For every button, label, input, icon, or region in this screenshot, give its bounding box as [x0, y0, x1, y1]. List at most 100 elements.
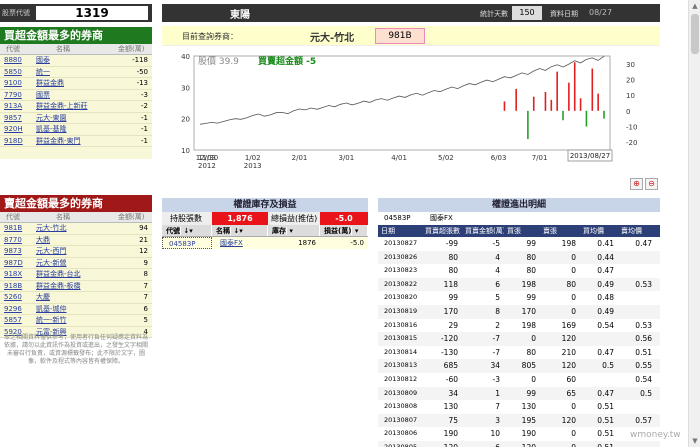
list-item[interactable]: 9100 群益金鼎 -13 — [0, 78, 152, 90]
list-item[interactable]: 8880 國泰 -118 — [0, 55, 152, 67]
broker-code[interactable]: 920H — [0, 124, 30, 135]
trade-cell: 195 — [521, 415, 536, 425]
page-scrollbar[interactable]: ▲ ▼ — [688, 0, 700, 447]
list-item[interactable]: 8770 大鼎 21 — [0, 235, 152, 246]
watermark-logo: wmoney.tw — [630, 430, 681, 440]
buysell-bar — [597, 93, 599, 111]
col-amount[interactable]: 金額(萬) — [118, 44, 152, 54]
col-amount[interactable]: 金額(萬) — [118, 212, 152, 222]
broker-name[interactable]: 國泰 — [30, 55, 120, 66]
zoom-out-icon[interactable]: ⊖ — [645, 178, 658, 190]
hdr-qty[interactable]: 庫存 ▾ — [268, 225, 320, 236]
broker-name[interactable]: 元大-竹北 — [30, 223, 120, 234]
hdr-pl[interactable]: 損益(萬) ▾ — [320, 225, 368, 236]
list-item[interactable]: 5260 大慶 7 — [0, 292, 152, 304]
broker-name[interactable]: 元大-西門 — [30, 246, 120, 257]
broker-code[interactable]: 5857 — [0, 315, 30, 326]
broker-code[interactable]: 5260 — [0, 292, 30, 303]
x-tick-year: 2012 — [198, 162, 216, 170]
trade-cell: 20130809 — [384, 388, 418, 397]
trade-col-header[interactable]: 買張 — [504, 225, 540, 237]
broker-name[interactable]: 群益金鼎-板橋 — [30, 281, 120, 292]
hdr-code[interactable]: 代號 ↓▾ — [162, 225, 212, 236]
broker-name[interactable]: 凱基-城仲 — [30, 304, 120, 315]
list-item[interactable]: 9857 元大-東園 -1 — [0, 113, 152, 124]
trade-cell: 0.53 — [635, 320, 652, 330]
trade-cell: 0.55 — [635, 361, 652, 371]
list-item[interactable]: 5857 統一-新竹 5 — [0, 315, 152, 327]
broker-code[interactable]: 9857 — [0, 113, 30, 124]
holding-code[interactable]: 04583P — [162, 237, 212, 249]
broker-name[interactable]: 大鼎 — [30, 235, 120, 246]
list-item[interactable]: 7790 國票 -3 — [0, 90, 152, 101]
broker-code[interactable]: 9296 — [0, 304, 30, 315]
broker-code[interactable]: 8770 — [0, 235, 30, 246]
trade-cell: 29 — [448, 320, 458, 330]
broker-amount: 9 — [143, 258, 148, 267]
holding-name[interactable]: 國泰FX — [212, 237, 268, 249]
scroll-up-icon[interactable]: ▲ — [689, 0, 700, 12]
broker-name[interactable]: 大慶 — [30, 292, 120, 303]
buy-panel-title: 買超金額最多的券商 — [0, 27, 152, 44]
broker-name[interactable]: 元大-新營 — [30, 258, 120, 269]
trade-col-header[interactable]: 買賣金額(萬) — [462, 225, 504, 237]
table-row: 20130807 75 3 195 120 0.51 0.57 — [378, 413, 660, 428]
list-item[interactable]: 918X 群益金鼎-台北 8 — [0, 269, 152, 281]
list-item[interactable]: 920H 凱基-基隆 -1 — [0, 124, 152, 136]
trade-col-header[interactable]: 賣均價 — [618, 225, 656, 237]
scroll-thumb[interactable] — [691, 14, 699, 54]
stock-code-input[interactable]: 1319 — [36, 6, 148, 20]
broker-code[interactable]: 8880 — [0, 55, 30, 66]
list-item[interactable]: 9873 元大-西門 12 — [0, 246, 152, 258]
broker-code[interactable]: 9100 — [0, 78, 30, 89]
broker-name[interactable]: 群益金鼎-東門 — [30, 136, 120, 147]
broker-amount: -3 — [141, 90, 148, 99]
broker-code[interactable]: 918X — [0, 269, 30, 280]
days-input[interactable]: 150 — [512, 6, 542, 20]
col-name[interactable]: 名稱 — [30, 44, 118, 54]
broker-name[interactable]: 國票 — [30, 90, 120, 101]
trade-cell: 0.51 — [597, 415, 614, 425]
broker-name[interactable]: 群益金鼎 — [30, 78, 120, 89]
trade-col-header[interactable]: 買均價 — [580, 225, 618, 237]
broker-code[interactable]: 918B — [0, 281, 30, 292]
broker-name[interactable]: 群益金鼎-上新莊 — [30, 101, 120, 112]
broker-code[interactable]: 9873 — [0, 246, 30, 257]
broker-code[interactable]: 7790 — [0, 90, 30, 101]
broker-code[interactable]: 918D — [0, 136, 30, 147]
list-item[interactable]: 981B 元大-竹北 94 — [0, 223, 152, 235]
table-row[interactable]: 04583P 國泰FX 1876 -5.0 — [162, 237, 368, 249]
trade-cell: 20130819 — [384, 306, 418, 315]
list-item[interactable]: 918B 群益金鼎-板橋 7 — [0, 281, 152, 292]
broker-code[interactable]: 987D — [0, 258, 30, 269]
broker-name[interactable]: 統一-新竹 — [30, 315, 120, 326]
broker-amount: -50 — [136, 67, 148, 76]
list-item[interactable]: 5850 統一 -50 — [0, 67, 152, 78]
broker-code[interactable]: 981B — [0, 223, 30, 234]
broker-code[interactable]: 913A — [0, 101, 30, 112]
scroll-down-icon[interactable]: ▼ — [689, 435, 700, 447]
hdr-name[interactable]: 名稱 ↓▾ — [212, 225, 268, 236]
x-tick-label: 7/01 — [532, 154, 548, 162]
list-item[interactable]: 918D 群益金鼎-東門 -1 — [0, 136, 152, 147]
trade-cell: 99 — [526, 293, 536, 303]
trade-col-header[interactable]: 賣張 — [540, 225, 580, 237]
price-chart: 10203040-20-10010203011/30201212/03 1/022… — [181, 53, 637, 170]
buysell-bar — [556, 71, 558, 111]
col-code[interactable]: 代號 — [0, 212, 30, 222]
trade-col-header[interactable]: 日期 — [378, 225, 422, 237]
zoom-in-icon[interactable]: ⊕ — [630, 178, 643, 190]
list-item[interactable]: 9296 凱基-城仲 6 — [0, 304, 152, 315]
broker-name[interactable]: 統一 — [30, 67, 120, 78]
trade-cell: 20130808 — [384, 402, 418, 411]
trade-cell: 120 — [561, 334, 576, 344]
col-code[interactable]: 代號 — [0, 44, 30, 54]
col-name[interactable]: 名稱 — [30, 212, 118, 222]
broker-name[interactable]: 凱基-基隆 — [30, 124, 120, 135]
broker-name[interactable]: 元大-東園 — [30, 113, 120, 124]
list-item[interactable]: 913A 群益金鼎-上新莊 -2 — [0, 101, 152, 113]
list-item[interactable]: 987D 元大-新營 9 — [0, 258, 152, 269]
trade-col-header[interactable]: 買賣超張數 — [422, 225, 462, 237]
broker-name[interactable]: 群益金鼎-台北 — [30, 269, 120, 280]
broker-code[interactable]: 5850 — [0, 67, 30, 78]
